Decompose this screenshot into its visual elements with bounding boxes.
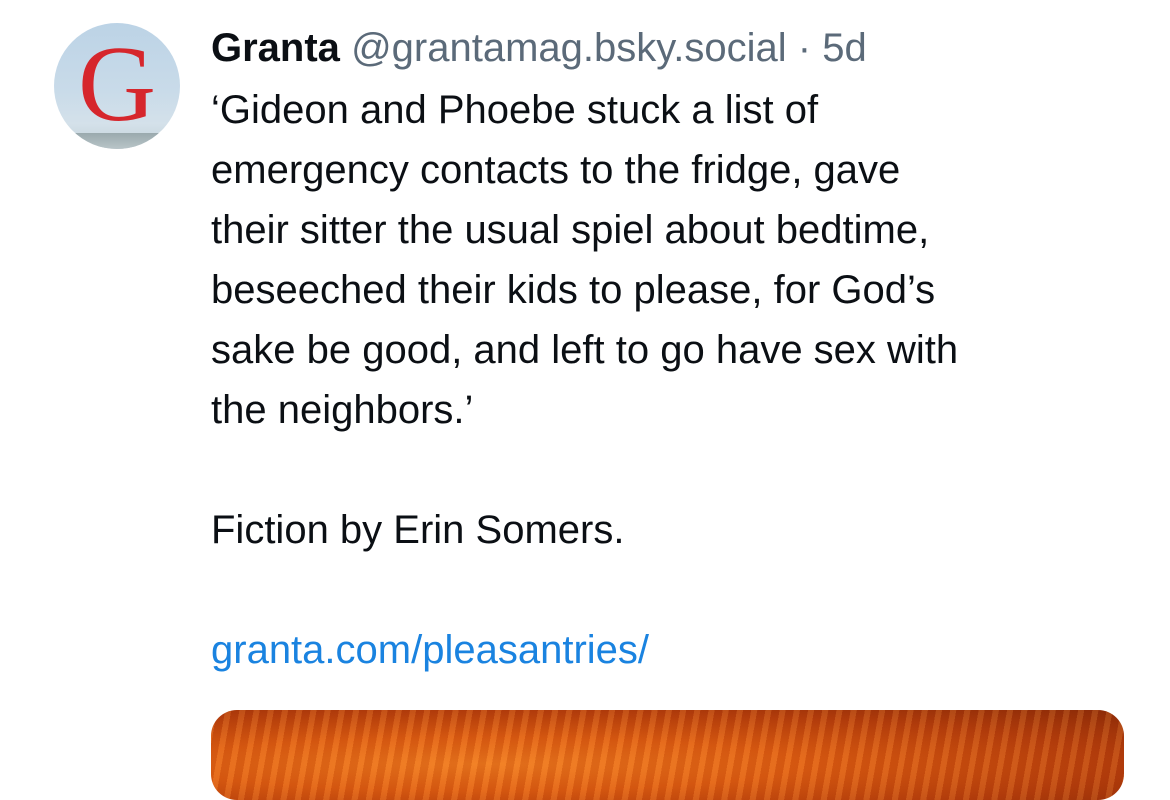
avatar-logo-letter: G <box>78 25 156 144</box>
link-embed-card-image[interactable] <box>211 710 1124 800</box>
post-content: Granta @grantamag.bsky.social · 5d ‘Gide… <box>211 20 1141 680</box>
author-display-name[interactable]: Granta <box>211 26 340 70</box>
post-timestamp[interactable]: 5d <box>822 26 867 70</box>
post-link[interactable]: granta.com/pleasantries/ <box>211 628 649 672</box>
author-avatar[interactable]: G <box>54 23 180 149</box>
post-text: ‘Gideon and Phoebe stuck a list of emerg… <box>211 80 1141 680</box>
embed-image-texture <box>211 710 1124 800</box>
post-header: Granta @grantamag.bsky.social · 5d <box>211 20 1141 76</box>
header-separator: · <box>797 26 812 70</box>
post-byline: Fiction by Erin Somers. <box>211 508 625 552</box>
author-handle[interactable]: @grantamag.bsky.social <box>351 26 787 70</box>
post-quote: ‘Gideon and Phoebe stuck a list of emerg… <box>211 88 959 432</box>
post: G Granta @grantamag.bsky.social · 5d ‘Gi… <box>0 0 1170 800</box>
